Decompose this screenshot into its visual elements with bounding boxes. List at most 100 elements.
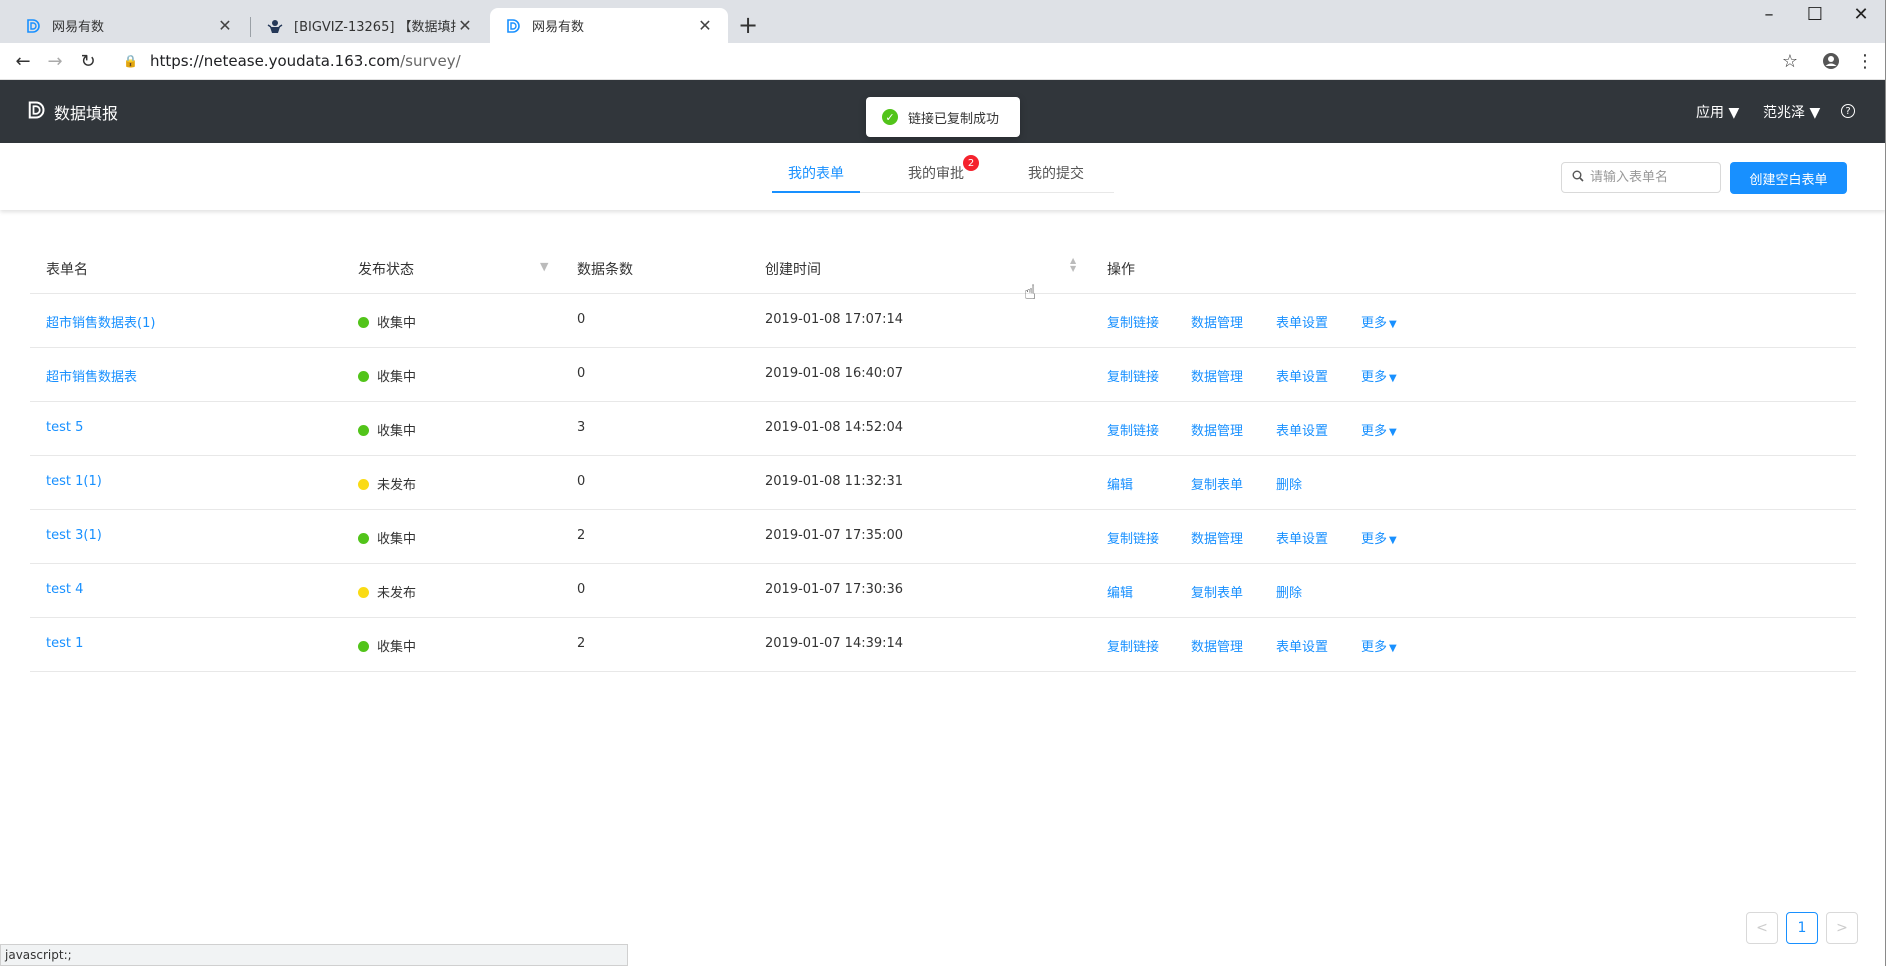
page-1-button[interactable]: 1	[1786, 912, 1818, 944]
action-link[interactable]: 编辑	[1107, 474, 1133, 493]
action-label: 数据管理	[1191, 316, 1244, 331]
browser-tab-3[interactable]: 网易有数 ✕	[490, 8, 728, 43]
action-link[interactable]: 复制链接	[1107, 366, 1159, 385]
sort-icon[interactable]: ▲ ▼	[1070, 257, 1076, 273]
close-icon[interactable]: ✕	[216, 16, 234, 35]
data-count: 2	[577, 528, 586, 543]
browser-menu-icon[interactable]: ⋮	[1852, 48, 1878, 74]
action-link[interactable]: 删除	[1276, 474, 1302, 493]
action-label: 更多	[1361, 370, 1388, 385]
reload-icon[interactable]: ↻	[75, 48, 101, 74]
table-row: 超市销售数据表 收集中 0 2019-01-08 16:40:07 复制链接 数据管理 表单…	[30, 348, 1856, 402]
action-link[interactable]: 表单设置	[1276, 636, 1328, 655]
data-count: 0	[577, 474, 586, 489]
action-link[interactable]: 复制链接	[1107, 528, 1159, 547]
search-input[interactable]	[1590, 170, 1710, 185]
action-link[interactable]: 编辑	[1107, 582, 1133, 601]
table-header: 表单名 发布状态 ▼ 数据条数 创建时间 ▲ ▼ 操作	[30, 247, 1856, 294]
action-label: 删除	[1276, 478, 1303, 493]
forward-icon[interactable]: →	[42, 48, 68, 74]
action-link[interactable]: 复制链接	[1107, 312, 1159, 331]
data-count: 0	[577, 312, 586, 327]
action-link[interactable]: 复制表单	[1191, 474, 1243, 493]
browser-tab-title: 网易有数	[52, 20, 105, 35]
action-link[interactable]: 表单设置	[1276, 366, 1328, 385]
tab-my-approvals[interactable]: 我的审批	[908, 163, 964, 183]
maximize-icon[interactable]: ☐	[1792, 2, 1838, 28]
action-link[interactable]: 数据管理	[1191, 420, 1243, 439]
action-more-dropdown[interactable]: 更多 ▼	[1361, 420, 1397, 439]
window-close-icon[interactable]: ✕	[1838, 2, 1884, 28]
browser-toolbar: ← → ↻ 🔒 https://netease.youdata.163.com /…	[0, 43, 1886, 80]
form-name-link[interactable]: 超市销售数据表(1)	[46, 312, 155, 331]
column-header-count: 数据条数	[577, 262, 633, 278]
check-circle-icon: ✓	[882, 109, 898, 125]
action-link[interactable]: 数据管理	[1191, 312, 1243, 331]
action-link[interactable]: 删除	[1276, 582, 1302, 601]
created-time: 2019-01-08 11:32:31	[765, 474, 904, 489]
status-text: 未发布	[377, 478, 417, 493]
close-icon[interactable]: ✕	[696, 16, 714, 35]
status-text: 收集中	[377, 316, 417, 331]
created-time: 2019-01-07 17:35:00	[765, 528, 904, 543]
action-link[interactable]: 复制表单	[1191, 582, 1243, 601]
tab-my-submissions[interactable]: 我的提交	[1028, 163, 1084, 183]
status-cell: 收集中	[358, 366, 416, 385]
form-name-link[interactable]: 超市销售数据表	[46, 366, 137, 385]
app-logo[interactable]: 数据填报	[26, 100, 118, 124]
create-blank-form-button[interactable]: 创建空白表单	[1730, 162, 1847, 194]
status-text: 收集中	[377, 532, 417, 547]
action-label: 数据管理	[1191, 640, 1244, 655]
action-link[interactable]: 数据管理	[1191, 366, 1243, 385]
action-label: 复制链接	[1107, 532, 1160, 547]
filter-icon[interactable]: ▼	[540, 260, 548, 273]
action-link[interactable]: 表单设置	[1276, 528, 1328, 547]
action-link[interactable]: 表单设置	[1276, 420, 1328, 439]
bookmark-star-icon[interactable]: ☆	[1777, 48, 1803, 74]
apps-menu[interactable]: 应用 ▼	[1696, 102, 1739, 122]
action-link[interactable]: 数据管理	[1191, 528, 1243, 547]
status-dot	[358, 533, 369, 544]
toast-message: 链接已复制成功	[908, 111, 1000, 127]
address-bar[interactable]: 🔒 https://netease.youdata.163.com/survey…	[123, 52, 461, 70]
action-label: 更多	[1361, 532, 1388, 547]
approval-count-badge: 2	[963, 155, 979, 171]
user-menu[interactable]: 范兆泽 ▼	[1763, 102, 1820, 122]
browser-tab-2[interactable]: [BIGVIZ-13265] 【数据填报】表 ✕	[252, 8, 488, 43]
action-link[interactable]: 数据管理	[1191, 636, 1243, 655]
youdata-logo-icon	[26, 100, 46, 124]
next-page-button[interactable]: >	[1826, 912, 1858, 944]
action-label: 更多	[1361, 424, 1388, 439]
close-icon[interactable]: ✕	[456, 16, 474, 35]
new-tab-button[interactable]: +	[738, 12, 758, 38]
browser-tab-title: [BIGVIZ-13265] 【数据填报】表	[294, 20, 456, 35]
action-more-dropdown[interactable]: 更多 ▼	[1361, 636, 1397, 655]
action-link[interactable]: 复制链接	[1107, 420, 1159, 439]
form-name-link[interactable]: test 5	[46, 420, 83, 435]
profile-icon[interactable]	[1818, 48, 1844, 74]
action-more-dropdown[interactable]: 更多 ▼	[1361, 528, 1397, 547]
tab-my-forms[interactable]: 我的表单	[788, 163, 844, 183]
form-name-link[interactable]: test 4	[46, 582, 83, 597]
action-more-dropdown[interactable]: 更多 ▼	[1361, 312, 1397, 331]
form-name-link[interactable]: test 1	[46, 636, 83, 651]
column-header-status: 发布状态	[358, 262, 414, 278]
table-row: test 1(1) 未发布 0 2019-01-08 11:32:31 编辑 复制表单 删除	[30, 456, 1856, 510]
back-icon[interactable]: ←	[10, 48, 36, 74]
action-link[interactable]: 复制链接	[1107, 636, 1159, 655]
action-more-dropdown[interactable]: 更多 ▼	[1361, 366, 1397, 385]
action-link[interactable]: 表单设置	[1276, 312, 1328, 331]
browser-tab-1[interactable]: 网易有数 ✕	[10, 8, 248, 43]
status-cell: 收集中	[358, 312, 416, 331]
action-label: 表单设置	[1276, 640, 1329, 655]
created-time: 2019-01-07 14:39:14	[765, 636, 904, 651]
form-name-link[interactable]: test 3(1)	[46, 528, 102, 543]
table-row: test 5 收集中 3 2019-01-08 14:52:04 复制链接 数据管理 表单设…	[30, 402, 1856, 456]
status-cell: 收集中	[358, 636, 416, 655]
action-label: 表单设置	[1276, 370, 1329, 385]
help-icon[interactable]: ?	[1841, 104, 1855, 118]
form-name-link[interactable]: test 1(1)	[46, 474, 102, 489]
minimize-icon[interactable]: –	[1746, 2, 1792, 28]
prev-page-button[interactable]: <	[1746, 912, 1778, 944]
form-search[interactable]	[1561, 162, 1721, 193]
